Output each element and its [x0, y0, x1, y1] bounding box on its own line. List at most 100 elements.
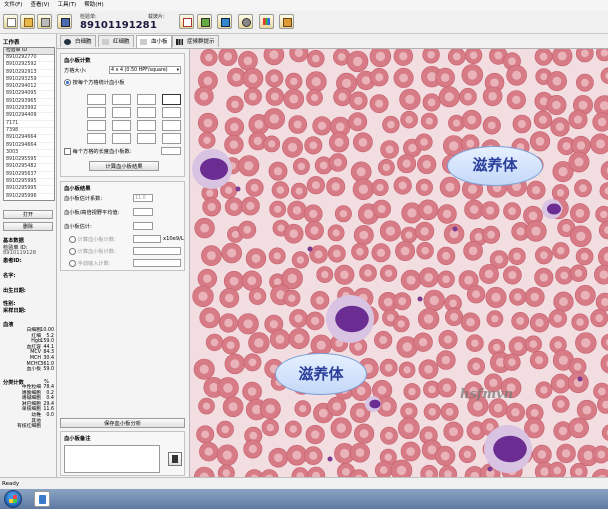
patient-id-label: 患者ID: [3, 258, 22, 264]
tab-wbc[interactable]: 白细胞 [60, 35, 96, 47]
specimen-list-item[interactable]: 8910295637 [4, 172, 54, 180]
menu-tools[interactable]: 工具(T) [54, 0, 81, 11]
specimen-list-item[interactable]: 8910292913 [4, 70, 54, 77]
printer-icon [41, 18, 50, 27]
grid-count-cell[interactable] [162, 94, 181, 105]
lab-value-row: 有核红细胞 [3, 424, 55, 430]
grid-count-cell[interactable] [137, 107, 156, 118]
cell-icon [64, 39, 71, 45]
grid-count-cell[interactable] [112, 107, 131, 118]
parasite-label-top: 滋养体 [447, 146, 543, 186]
grid-size-select[interactable]: 4 x 4 (0.50 HPF/square) ▾ [109, 66, 181, 74]
grid-count-cell[interactable] [87, 94, 106, 105]
grid-size-label: 方格大小: [64, 68, 87, 74]
tab-syndrome[interactable]: 症候群提示 [172, 35, 219, 47]
grid-count-cell[interactable] [162, 120, 181, 131]
platelet-result-group: 血小板结果 血小板估计系数: 11.0 血小板/高倍视野平均值: 血小板估计: … [60, 181, 185, 271]
menu-view[interactable]: 查看(V) [26, 0, 53, 11]
specimen-list-item[interactable]: 8910294409 [4, 113, 54, 121]
grid-count-cell[interactable] [137, 94, 156, 105]
print-button[interactable] [37, 14, 52, 29]
calculate-button[interactable]: 计算血小板结果 [89, 161, 159, 171]
average-label: 血小板/高倍视野平均值: [64, 210, 120, 216]
manual-input[interactable] [133, 259, 181, 267]
radio-estimate[interactable] [69, 248, 76, 255]
settings-button[interactable] [238, 14, 253, 29]
menu-help[interactable]: 帮助(H) [80, 0, 107, 11]
specimen-list[interactable]: 检验单 ID 8910292770 8910292592 8910292913 891… [3, 47, 55, 201]
lab-value-row: 血小板 59.0 [3, 367, 55, 373]
notebook-icon [172, 455, 178, 463]
grid-count-cell[interactable] [87, 107, 106, 118]
blood-smear-image[interactable]: 滋养体 滋养体 hsfmvn [190, 49, 608, 477]
open-button[interactable]: 打开 [3, 210, 53, 219]
estimate-select[interactable] [133, 247, 181, 255]
specimen-list-item[interactable]: 7171 [4, 121, 54, 128]
remark-textarea[interactable] [64, 445, 160, 473]
platelet-result-title: 血小板结果 [64, 186, 91, 192]
grid-count-cell[interactable] [162, 133, 181, 144]
save-analysis-button[interactable]: 保存血小板分析 [60, 418, 185, 428]
grid-count-cell[interactable] [137, 133, 156, 144]
specimen-list-item[interactable]: 8910295996 [4, 194, 54, 200]
folder-icon [24, 18, 33, 27]
palette-button[interactable] [259, 14, 274, 29]
tools-button[interactable] [197, 14, 212, 29]
specimen-list-item[interactable]: 8910294095 [4, 91, 54, 99]
birth-date-label: 出生日期: [3, 288, 26, 294]
option-manual[interactable]: 手动输入计数: [69, 260, 111, 267]
option-each-field[interactable]: 每个方格的长度血小板数: [64, 148, 131, 155]
report-icon [183, 18, 192, 27]
option-each-grid[interactable]: 按每个方格统计血小板 [64, 79, 125, 86]
average-input[interactable] [133, 208, 153, 216]
app-taskbar-icon[interactable] [34, 491, 50, 507]
specimen-list-item[interactable]: 8910292592 [4, 62, 54, 70]
option-manual-label: 手动输入计数: [77, 261, 111, 267]
new-button[interactable] [3, 14, 18, 29]
save-button[interactable] [57, 14, 72, 29]
specimen-list-item[interactable]: 8910295995 [4, 186, 54, 194]
tab-rbc[interactable]: 红细胞 [98, 35, 134, 47]
exit-icon [283, 18, 292, 27]
delete-button[interactable]: 删除 [3, 222, 53, 231]
platelet-count-title: 血小板计数 [64, 58, 91, 64]
option-estimate[interactable]: 计算血小板计数: [69, 248, 116, 255]
grid-count-cell[interactable] [137, 120, 156, 131]
grid-count-cell[interactable] [87, 120, 106, 131]
estimate-value-input[interactable] [133, 235, 161, 243]
checkbox-each-field[interactable] [64, 148, 71, 155]
pencil-icon [221, 18, 230, 27]
cell-icon [140, 39, 147, 45]
specimen-list-item[interactable]: 8910293965 [4, 99, 54, 107]
remark-edit-button[interactable] [168, 452, 182, 466]
grid-count-cell[interactable] [87, 133, 106, 144]
report-button[interactable] [179, 14, 194, 29]
factor-input[interactable]: 11.0 [133, 194, 153, 202]
exit-button[interactable] [279, 14, 294, 29]
specimen-list-item[interactable]: 8910294664 [4, 143, 54, 150]
specimen-list-item[interactable]: 8910295482 [4, 164, 54, 172]
grid-count-cell[interactable] [112, 94, 131, 105]
gear-icon [242, 18, 251, 27]
sex-label: 性别: [3, 301, 16, 307]
toolbar: 检验单: 8910119128 载玻片: 1 [0, 11, 608, 34]
grid-count-cell[interactable] [112, 133, 131, 144]
status-text: Ready [2, 481, 20, 487]
start-button[interactable] [4, 490, 22, 508]
edit-button[interactable] [217, 14, 232, 29]
open-folder-button[interactable] [20, 14, 35, 29]
menu-file[interactable]: 文件(F) [0, 0, 26, 11]
grid-count-cell[interactable] [162, 107, 181, 118]
estimate-value-option[interactable]: 计算血小板计数: [69, 236, 116, 243]
grid-count-cell[interactable] [112, 120, 131, 131]
estimate-value-label: 计算血小板计数: [77, 237, 116, 243]
tab-platelet[interactable]: 血小板 [136, 35, 172, 48]
radio-estimate-value[interactable] [69, 236, 76, 243]
estimate-input[interactable] [133, 222, 153, 230]
radio-manual[interactable] [69, 260, 76, 267]
color-palette-icon [263, 18, 270, 25]
each-field-input[interactable] [161, 147, 181, 155]
platelet-count-group: 血小板计数 方格大小: 4 x 4 (0.50 HPF/square) ▾ 按每个… [60, 53, 185, 177]
radio-each-grid[interactable] [64, 79, 71, 86]
specimen-list-item[interactable]: 8910294664 [4, 135, 54, 143]
